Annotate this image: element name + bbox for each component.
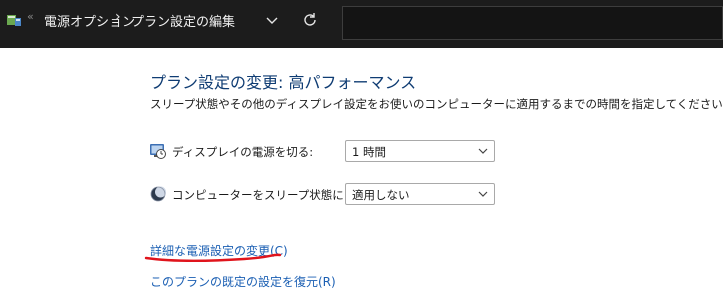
sleep-select[interactable]: 適用しない: [345, 183, 495, 205]
breadcrumb-power-options[interactable]: 電源オプション: [44, 11, 135, 30]
address-bar: « 電源オプション › プラン設定の編集: [0, 0, 723, 48]
sleep-label: コンピューターをスリープ状態にする:: [172, 188, 371, 202]
display-off-select[interactable]: 1 時間: [345, 140, 495, 162]
breadcrumb-edit-plan-settings[interactable]: プラン設定の編集: [131, 11, 235, 30]
chevron-down-icon[interactable]: [262, 9, 282, 31]
search-input[interactable]: [342, 6, 723, 40]
display-off-label: ディスプレイの電源を切る:: [172, 145, 314, 159]
sleep-value: 適用しない: [352, 188, 410, 202]
power-options-app-icon: [7, 15, 21, 26]
sleep-moon-icon: [150, 186, 166, 202]
red-underline-annotation: [144, 253, 282, 262]
page-title: プラン設定の変更: 高パフォーマンス: [150, 73, 417, 92]
restore-default-settings-link[interactable]: このプランの既定の設定を復元(R): [150, 273, 336, 290]
refresh-icon[interactable]: [299, 9, 321, 31]
display-off-value: 1 時間: [352, 145, 386, 159]
chevron-down-icon: [478, 191, 488, 197]
breadcrumb-overflow-icon[interactable]: «: [27, 10, 34, 23]
display-timer-icon: [150, 144, 166, 159]
chevron-down-icon: [478, 148, 488, 154]
page-description: スリープ状態やその他のディスプレイ設定をお使いのコンピューターに適用するまでの時…: [150, 97, 723, 111]
breadcrumb-separator-icon[interactable]: ›: [115, 9, 121, 25]
